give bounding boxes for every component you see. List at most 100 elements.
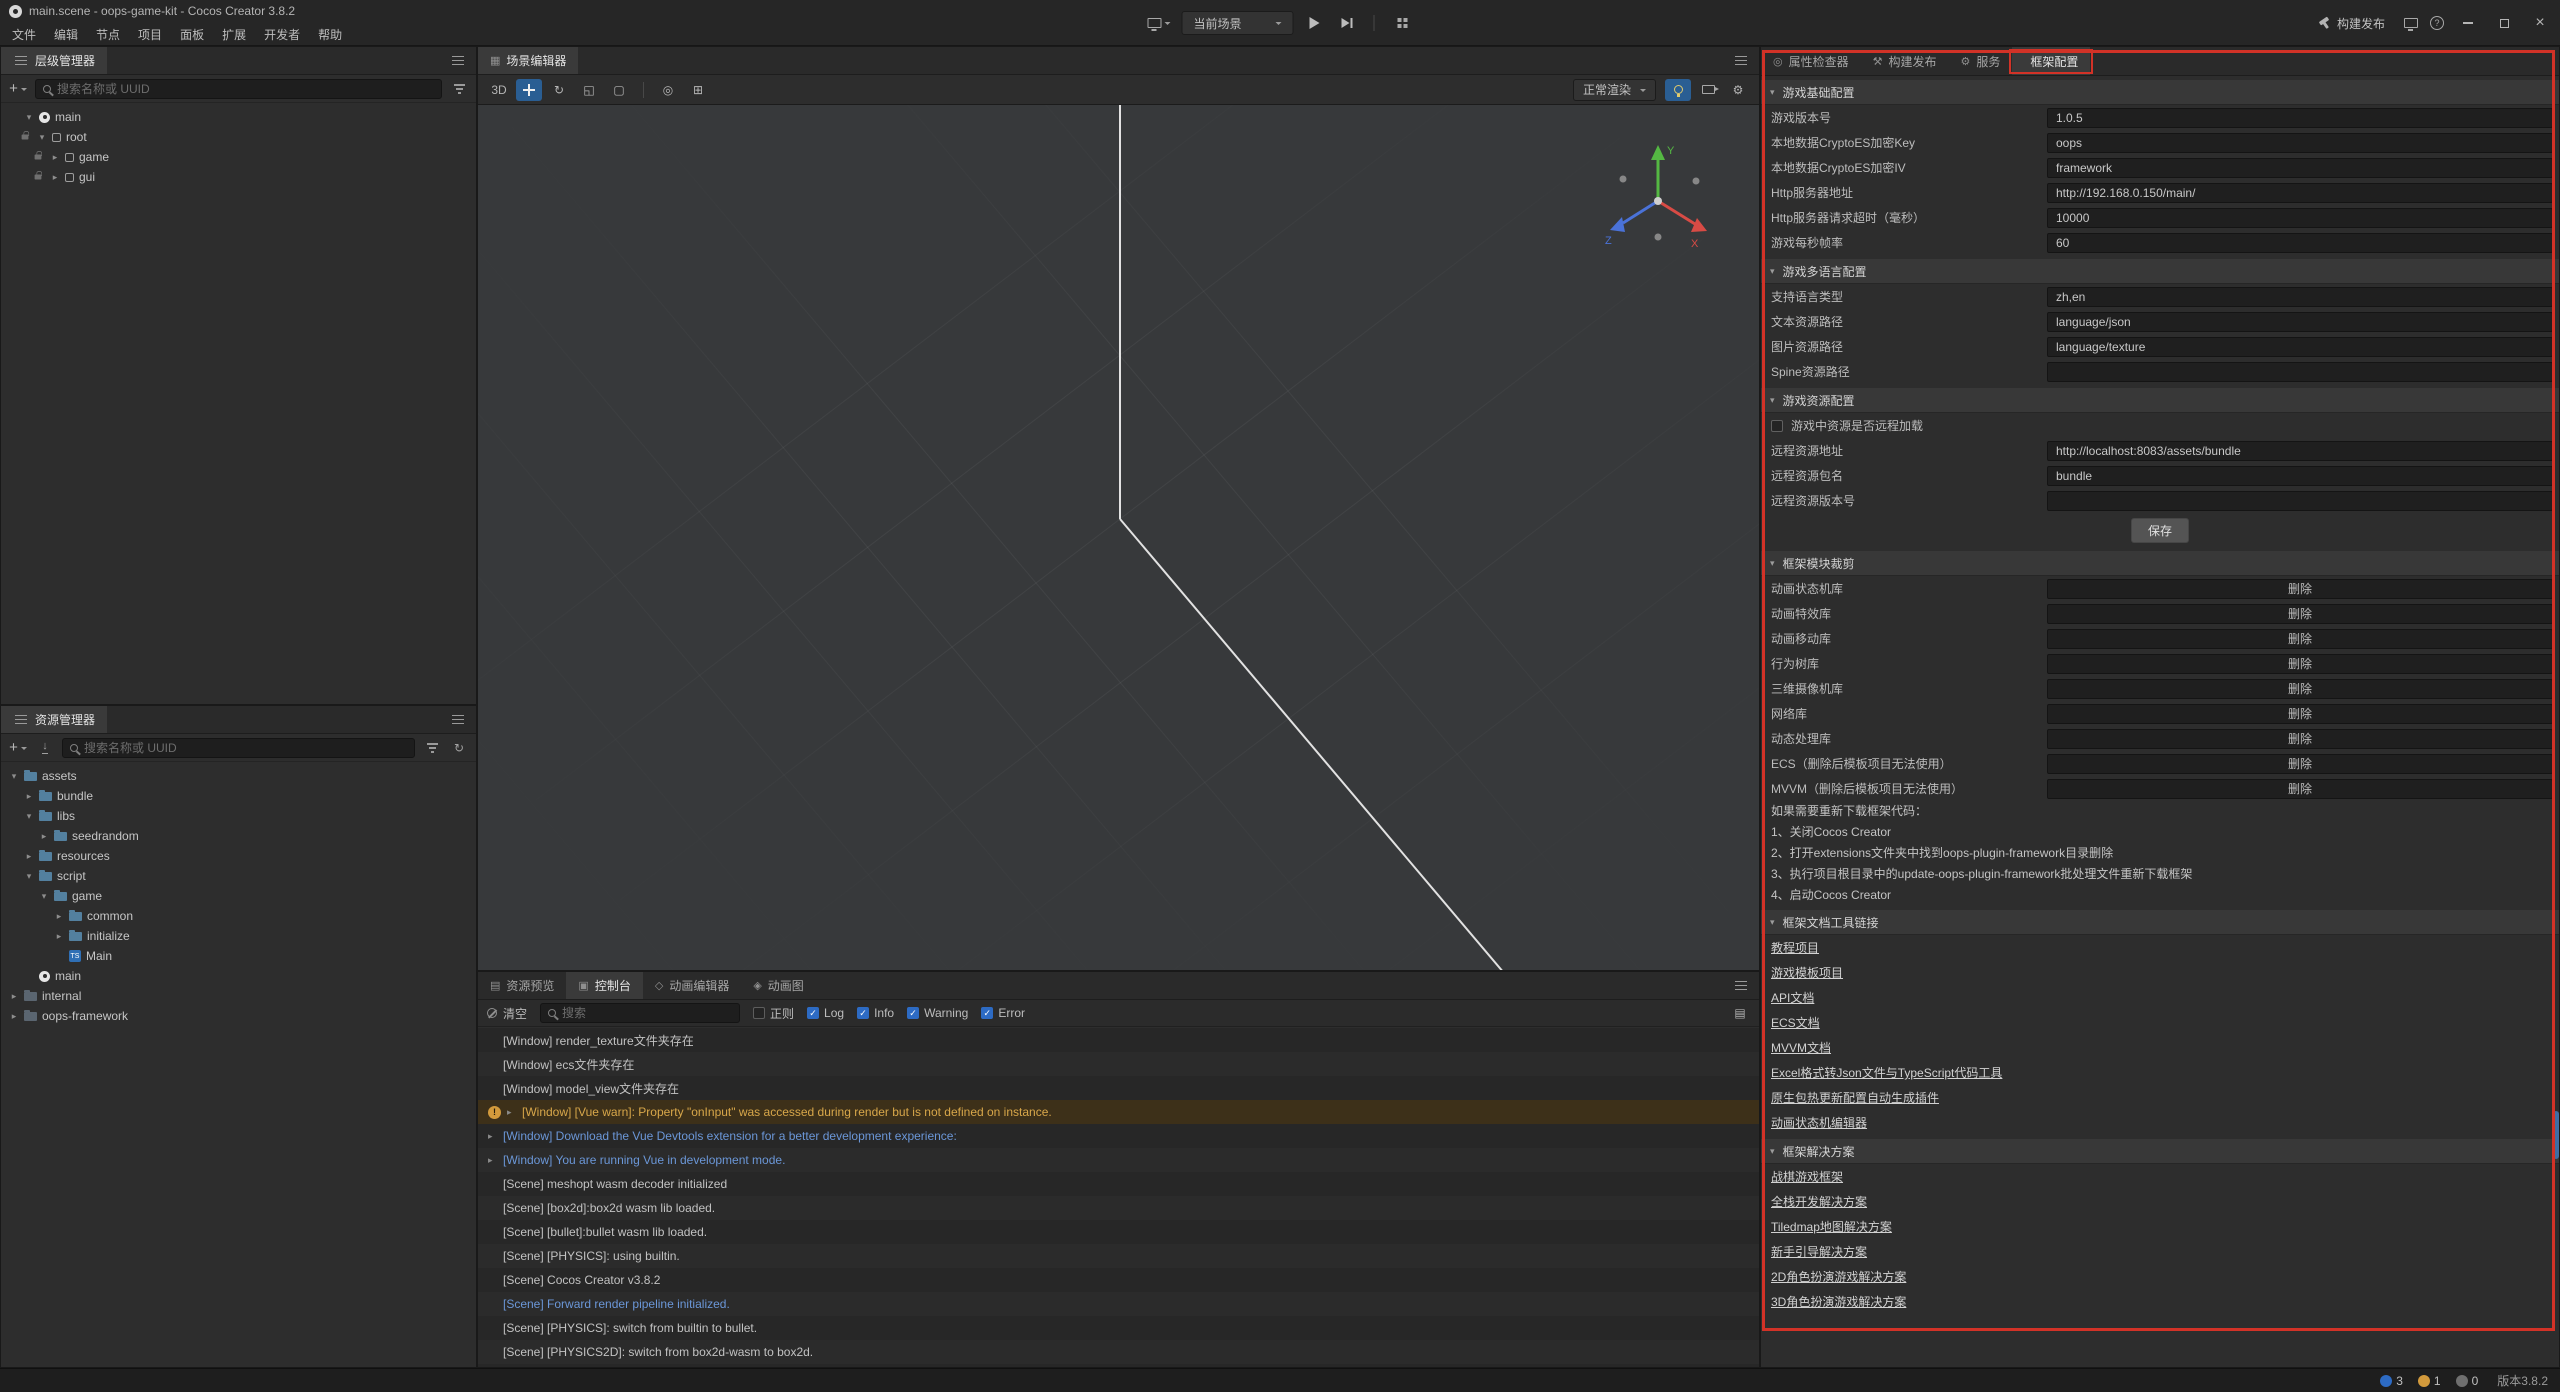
log-row[interactable]: ▸ [Scene] [PHYSICS]: switch from builtin…: [478, 1316, 1759, 1340]
config-field-input[interactable]: [2047, 337, 2553, 357]
menu-item[interactable]: 扩展: [213, 23, 255, 46]
hierarchy-node[interactable]: main: [1, 107, 476, 127]
log-row[interactable]: ▸ [Window] render_texture文件夹存在: [478, 1028, 1759, 1052]
console-search-input[interactable]: [562, 1006, 732, 1020]
help-button[interactable]: [2427, 12, 2447, 34]
expand-arrow-icon[interactable]: [9, 771, 19, 782]
move-tool-button[interactable]: [516, 79, 542, 101]
config-field-input[interactable]: [2047, 312, 2553, 332]
create-node-button[interactable]: +: [8, 78, 28, 100]
config-field-input[interactable]: [2047, 233, 2553, 253]
maximize-button[interactable]: [2489, 8, 2519, 38]
expand-arrow-icon[interactable]: [50, 152, 60, 163]
log-row[interactable]: ▸ [Scene] [bullet]:bullet wasm lib loade…: [478, 1220, 1759, 1244]
asset-node[interactable]: common: [1, 906, 476, 926]
solution-link[interactable]: 全栈开发解决方案: [1771, 1193, 1867, 1210]
console-clear-button[interactable]: 清空: [487, 1005, 527, 1022]
menu-item[interactable]: 项目: [129, 23, 171, 46]
log-filter-checkbox[interactable]: Info: [857, 1006, 894, 1020]
hierarchy-search-input[interactable]: [57, 82, 434, 96]
assets-search-input[interactable]: [84, 741, 407, 755]
console-tab[interactable]: 动画图: [741, 972, 815, 999]
regex-checkbox[interactable]: 正则: [753, 1005, 794, 1022]
console-tab[interactable]: 控制台: [566, 972, 642, 999]
expand-arrow-icon[interactable]: [24, 811, 34, 822]
asset-node[interactable]: initialize: [1, 926, 476, 946]
asset-node[interactable]: seedrandom: [1, 826, 476, 846]
menu-item[interactable]: 文件: [3, 23, 45, 46]
doc-link[interactable]: ECS文档: [1771, 1014, 1820, 1031]
assets-tab[interactable]: 资源管理器: [1, 706, 107, 733]
menu-item[interactable]: 编辑: [45, 23, 87, 46]
log-filter-checkbox[interactable]: Log: [807, 1006, 844, 1020]
log-row[interactable]: ▸ [Scene] [PHYSICS]: using builtin.: [478, 1244, 1759, 1268]
solution-link[interactable]: 战棋游戏框架: [1771, 1168, 1843, 1185]
expand-arrow-icon[interactable]: [24, 112, 34, 123]
scene-editor-tab[interactable]: ▦场景编辑器: [478, 47, 578, 74]
doc-link[interactable]: MVVM文档: [1771, 1039, 1831, 1056]
doc-link[interactable]: 原生包热更新配置自动生成插件: [1771, 1089, 1939, 1106]
inspector-tab[interactable]: 属性检查器: [1761, 47, 1861, 75]
doc-link[interactable]: 动画状态机编辑器: [1771, 1114, 1867, 1131]
section-header[interactable]: ▾框架文档工具链接: [1761, 909, 2559, 935]
module-delete-button[interactable]: 删除: [2047, 679, 2553, 699]
console-tab[interactable]: 动画编辑器: [643, 972, 741, 999]
doc-link[interactable]: 教程项目: [1771, 939, 1819, 956]
log-row[interactable]: ▸ [Scene] Forward render pipeline initia…: [478, 1292, 1759, 1316]
expand-arrow-icon[interactable]: [39, 891, 49, 902]
save-button[interactable]: 保存: [2131, 518, 2189, 543]
asset-node[interactable]: Main: [1, 946, 476, 966]
info-count-badge[interactable]: 3: [2380, 1374, 2403, 1388]
hierarchy-filter-button[interactable]: [449, 78, 469, 100]
scene-viewport[interactable]: Y X Z: [478, 105, 1759, 970]
config-field-input[interactable]: [2047, 491, 2553, 511]
view-gizmo[interactable]: Y X Z: [1603, 139, 1713, 259]
log-row[interactable]: ▸ [Window] You are running Vue in develo…: [478, 1148, 1759, 1172]
solution-link[interactable]: Tiledmap地图解决方案: [1771, 1218, 1892, 1235]
expand-arrow-icon[interactable]: [24, 791, 34, 802]
inspector-tab[interactable]: 服务: [1949, 47, 2013, 75]
module-delete-button[interactable]: 删除: [2047, 604, 2553, 624]
solution-link[interactable]: 新手引导解决方案: [1771, 1243, 1867, 1260]
assets-refresh-button[interactable]: [449, 737, 469, 759]
asset-node[interactable]: main: [1, 966, 476, 986]
render-mode-dropdown[interactable]: 正常渲染: [1573, 79, 1656, 101]
import-asset-button[interactable]: [35, 737, 55, 759]
hierarchy-menu-button[interactable]: [448, 50, 468, 72]
mode-3d-button[interactable]: 3D: [486, 79, 512, 101]
hierarchy-node[interactable]: gui: [1, 167, 476, 187]
log-row[interactable]: ▸ [Scene] meshopt wasm decoder initializ…: [478, 1172, 1759, 1196]
scrollbar-thumb[interactable]: [2553, 1111, 2559, 1159]
module-delete-button[interactable]: 删除: [2047, 629, 2553, 649]
section-header[interactable]: ▾框架模块裁剪: [1761, 550, 2559, 576]
asset-node[interactable]: assets: [1, 766, 476, 786]
expand-arrow-icon[interactable]: ▸: [488, 1131, 497, 1142]
rect-tool-button[interactable]: ▢: [606, 79, 632, 101]
hierarchy-tab[interactable]: 层级管理器: [1, 47, 107, 74]
config-field-input[interactable]: [2047, 362, 2553, 382]
doc-link[interactable]: Excel格式转Json文件与TypeScript代码工具: [1771, 1064, 2002, 1081]
asset-node[interactable]: resources: [1, 846, 476, 866]
inspector-tab[interactable]: 框架配置: [2012, 47, 2090, 75]
asset-node[interactable]: game: [1, 886, 476, 906]
preview-window-button[interactable]: [2401, 12, 2421, 34]
expand-arrow-icon[interactable]: [54, 931, 64, 942]
module-delete-button[interactable]: 删除: [2047, 654, 2553, 674]
menu-item[interactable]: 开发者: [255, 23, 309, 46]
inspector-tab[interactable]: 构建发布: [1861, 47, 1949, 75]
log-row[interactable]: ▸ [Scene] Cocos Creator v3.8.2: [478, 1268, 1759, 1292]
create-asset-button[interactable]: +: [8, 737, 28, 759]
coordinate-toggle-button[interactable]: ⊞: [685, 79, 711, 101]
console-tab[interactable]: 资源预览: [478, 972, 566, 999]
module-delete-button[interactable]: 删除: [2047, 779, 2553, 799]
layout-button[interactable]: [1393, 12, 1413, 34]
expand-arrow-icon[interactable]: ▸: [488, 1155, 497, 1166]
expand-arrow-icon[interactable]: [54, 911, 64, 922]
minimize-button[interactable]: [2453, 8, 2483, 38]
config-field-input[interactable]: [2047, 208, 2553, 228]
scale-tool-button[interactable]: ◱: [576, 79, 602, 101]
error-count-badge[interactable]: 0: [2456, 1374, 2479, 1388]
doc-link[interactable]: 游戏模板项目: [1771, 964, 1843, 981]
expand-arrow-icon[interactable]: [39, 831, 49, 842]
scene-menu-button[interactable]: [1731, 50, 1751, 72]
